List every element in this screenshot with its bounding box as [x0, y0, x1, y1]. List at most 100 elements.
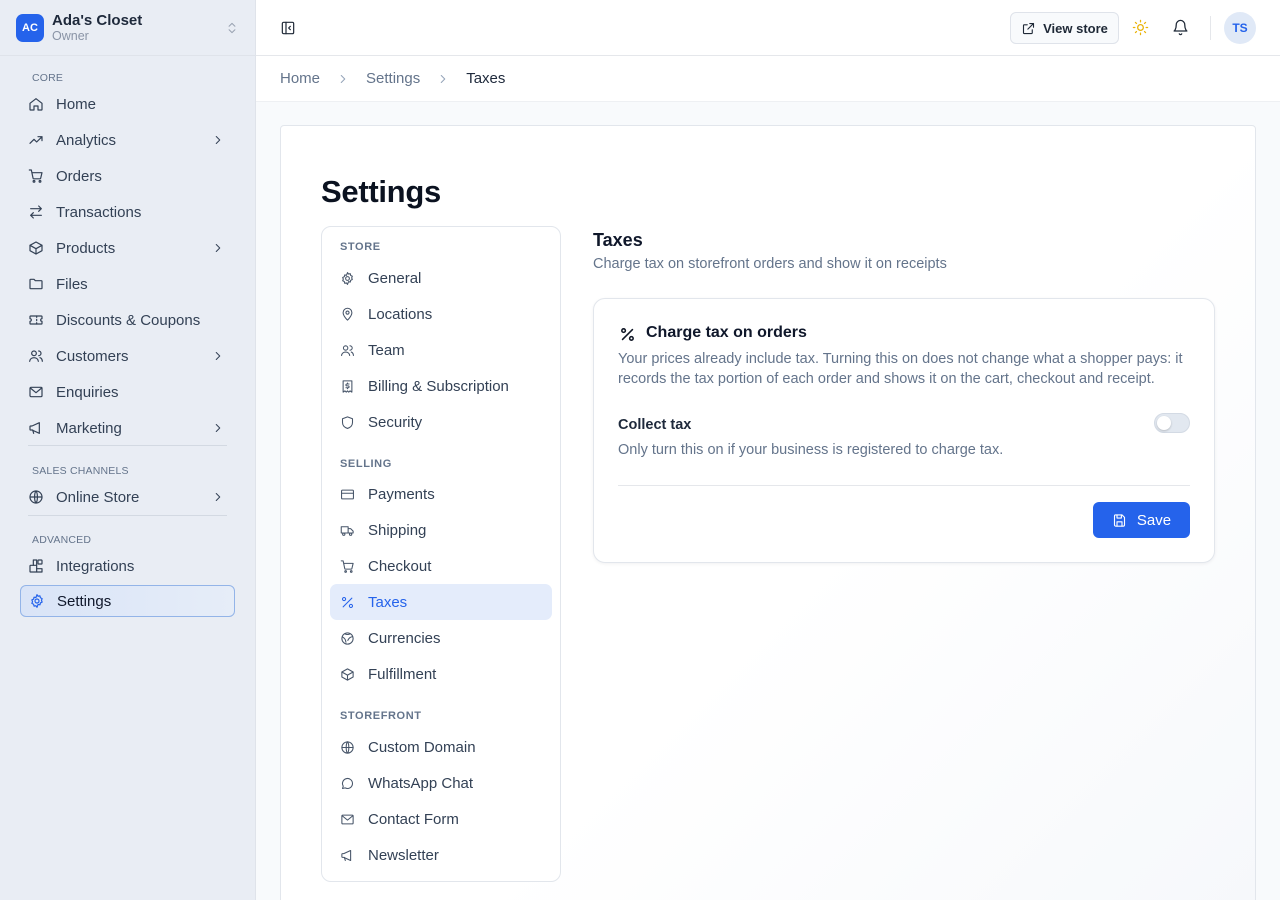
settings-nav-general[interactable]: General [330, 260, 552, 296]
sidebar-item-online-store[interactable]: Online Store [20, 481, 235, 513]
sidebar-item-enquiries[interactable]: Enquiries [20, 376, 235, 408]
settings-nav-fulfillment[interactable]: Fulfillment [330, 656, 552, 692]
settings-nav-whatsapp-chat[interactable]: WhatsApp Chat [330, 765, 552, 801]
chevrons-up-down-icon [225, 21, 239, 35]
sidebar-item-analytics[interactable]: Analytics [20, 124, 235, 156]
cart-icon [340, 559, 355, 574]
sidebar-item-label: Integrations [56, 557, 135, 575]
chevron-right-icon [336, 72, 350, 86]
shield-icon [340, 415, 355, 430]
store-name: Ada's Closet [52, 11, 143, 29]
settings-nav-label: Checkout [368, 557, 432, 575]
card-description: Your prices already include tax. Turning… [618, 351, 1183, 387]
settings-nav: STORE General Locations Team Billing & Subsc… [321, 226, 561, 882]
truck-icon [340, 523, 355, 538]
chevron-right-icon [211, 490, 225, 504]
breadcrumb-home[interactable]: Home [280, 70, 320, 87]
settings-nav-locations[interactable]: Locations [330, 296, 552, 332]
settings-nav-label: Fulfillment [368, 665, 437, 683]
credit-card-icon [340, 487, 355, 502]
page-title: Settings [321, 174, 441, 209]
settings-nav-checkout[interactable]: Checkout [330, 548, 552, 584]
store-role: Owner [52, 28, 89, 43]
settings-nav-currencies[interactable]: Currencies [330, 620, 552, 656]
sidebar-item-label: Files [56, 275, 88, 293]
megaphone-icon [28, 420, 44, 436]
sidebar-item-label: Enquiries [56, 383, 119, 401]
sidebar-item-products[interactable]: Products [20, 232, 235, 264]
sidebar-item-transactions[interactable]: Transactions [20, 196, 235, 228]
sidebar-item-label: Settings [57, 592, 112, 610]
sidebar-item-label: Customers [56, 347, 129, 365]
settings-page: Settings STORE General Locations Team Billin… [280, 125, 1256, 900]
settings-nav-label: Taxes [368, 593, 408, 611]
settings-nav-payments[interactable]: Payments [330, 476, 552, 512]
settings-nav-team[interactable]: Team [330, 332, 552, 368]
sidebar-item-label: Transactions [56, 203, 142, 221]
sidebar-group-advanced: ADVANCED [32, 534, 92, 546]
settings-nav-label: Security [368, 413, 423, 431]
settings-nav-contact-form[interactable]: Contact Form [330, 801, 552, 837]
arrows-swap-icon [28, 204, 44, 220]
chevron-right-icon [211, 133, 225, 147]
sidebar-item-orders[interactable]: Orders [20, 160, 235, 192]
settings-nav-custom-domain[interactable]: Custom Domain [330, 729, 552, 765]
sidebar-divider [28, 515, 227, 516]
settings-nav-label: Custom Domain [368, 738, 476, 756]
map-pin-icon [340, 307, 355, 322]
chevron-right-icon [436, 72, 450, 86]
settings-nav-newsletter[interactable]: Newsletter [330, 837, 552, 873]
users-icon [340, 343, 355, 358]
settings-nav-label: Team [368, 341, 405, 359]
settings-nav-label: WhatsApp Chat [368, 774, 474, 792]
settings-nav-shipping[interactable]: Shipping [330, 512, 552, 548]
view-store-button[interactable]: View store [1010, 12, 1119, 44]
sidebar: AC Ada's Closet Owner CORE Home Analytics O… [0, 0, 256, 900]
sun-icon[interactable] [1132, 19, 1149, 36]
settings-nav-label: Billing & Subscription [368, 377, 509, 395]
settings-nav-label: Shipping [368, 521, 427, 539]
settings-nav-label: General [368, 269, 422, 287]
blocks-icon [28, 558, 44, 574]
trending-up-icon [28, 132, 44, 148]
settings-nav-label: Payments [368, 485, 435, 503]
chevron-right-icon [211, 241, 225, 255]
chevron-right-icon [211, 349, 225, 363]
user-avatar[interactable]: TS [1224, 12, 1256, 44]
sidebar-item-files[interactable]: Files [20, 268, 235, 300]
panel-toggle-icon[interactable] [280, 20, 296, 36]
coins-icon [340, 631, 355, 646]
collect-tax-toggle[interactable] [1154, 413, 1190, 433]
breadcrumb-current: Taxes [466, 70, 506, 87]
save-icon [1113, 513, 1125, 527]
globe-icon [340, 740, 355, 755]
settings-nav-security[interactable]: Security [330, 404, 552, 440]
sidebar-item-customers[interactable]: Customers [20, 340, 235, 372]
settings-nav-label: Locations [368, 305, 433, 323]
settings-group-store: STORE [340, 241, 381, 253]
receipt-icon [340, 379, 355, 394]
sidebar-item-label: Discounts & Coupons [56, 311, 201, 329]
store-switcher[interactable]: AC Ada's Closet Owner [0, 0, 255, 56]
ticket-icon [28, 312, 44, 328]
view-store-label: View store [1043, 20, 1108, 36]
chevron-right-icon [211, 421, 225, 435]
sidebar-item-settings[interactable]: Settings [20, 585, 235, 617]
sidebar-item-integrations[interactable]: Integrations [20, 550, 235, 582]
box-icon [340, 667, 355, 682]
sidebar-item-marketing[interactable]: Marketing [20, 412, 235, 444]
settings-nav-taxes[interactable]: Taxes [330, 584, 552, 620]
breadcrumb-settings[interactable]: Settings [366, 70, 420, 87]
sidebar-item-home[interactable]: Home [20, 88, 235, 120]
mail-icon [28, 384, 44, 400]
settings-nav-billing-and-subscription[interactable]: Billing & Subscription [330, 368, 552, 404]
store-avatar: AC [16, 13, 44, 42]
save-button[interactable]: Save [1093, 502, 1190, 538]
breadcrumb: Home Settings Taxes [256, 56, 1280, 102]
sidebar-item-label: Products [56, 239, 116, 257]
section-title: Taxes [593, 230, 643, 250]
bell-icon[interactable] [1172, 19, 1189, 36]
sidebar-item-discounts-and-coupons[interactable]: Discounts & Coupons [20, 304, 235, 336]
save-label: Save [1136, 511, 1172, 529]
collect-tax-label: Collect tax [618, 417, 692, 433]
